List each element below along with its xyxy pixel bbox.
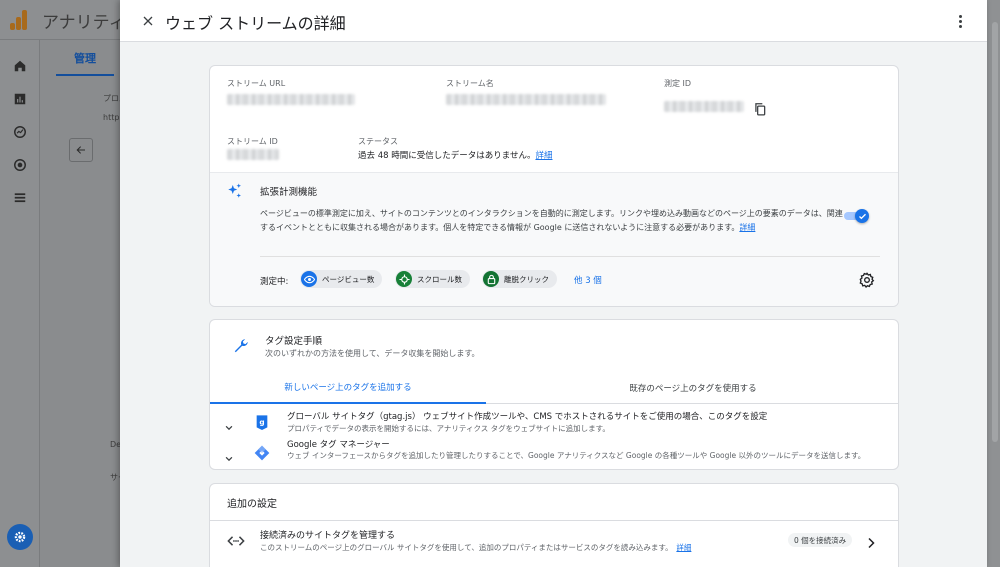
tagging-instructions-card: タグ設定手順 次のいずれかの方法を使用して、データ収集を開始します。 新しいペー…: [209, 319, 899, 470]
tab-use-existing-tag[interactable]: 既存のページ上のタグを使用する: [486, 372, 898, 404]
connected-site-tags-title: 接続済みのサイトタグを管理する: [260, 531, 396, 541]
status-details-link[interactable]: 詳細: [535, 151, 552, 161]
tab-add-new-tag[interactable]: 新しいページ上のタグを追加する: [210, 372, 486, 404]
more-vert-icon[interactable]: [950, 11, 970, 31]
stream-details-drawer: ウェブ ストリームの詳細 ストリーム URL ストリーム名 測定 ID ストリー…: [120, 0, 987, 567]
enhanced-measurement-title: 拡張計測機能: [260, 187, 318, 198]
chip-page-views[interactable]: ページビュー数: [300, 270, 383, 288]
enhanced-measurement-details-link[interactable]: 詳細: [739, 223, 755, 232]
advertising-icon: [11, 156, 29, 174]
code-icon: [227, 533, 245, 547]
divider: [260, 256, 880, 257]
background-app-title: アナリティ: [42, 13, 126, 33]
status-text: 過去 48 時間に受信したデータはありません。詳細: [358, 151, 553, 161]
enhanced-measurement-description: ページビューの標準測定に加え、サイトのコンテンツとのインタラクションを自動的に測…: [260, 209, 843, 232]
eye-icon: [301, 271, 317, 287]
stream-url-value-redacted: [227, 94, 355, 105]
enhanced-measurement-section: 拡張計測機能 ページビューの標準測定に加え、サイトのコンテンツとのインタラクショ…: [210, 172, 898, 306]
stream-name-value-redacted: [446, 94, 606, 105]
wrench-icon: [232, 337, 250, 355]
check-icon: [855, 209, 869, 223]
chip-scrolls[interactable]: スクロール数: [395, 270, 470, 288]
stream-url-label: ストリーム URL: [227, 79, 286, 88]
additional-settings-card: 追加の設定 接続済みのサイトタグを管理する このストリームのページ上のグローバル…: [209, 483, 899, 567]
close-button[interactable]: [138, 11, 158, 31]
measurement-id-value-redacted: [664, 101, 744, 112]
stream-details-card: ストリーム URL ストリーム名 測定 ID ストリーム ID ステータス 過去…: [209, 65, 899, 307]
gtm-row[interactable]: Google タグ マネージャー ウェブ インターフェースからタグを追加したり管…: [210, 436, 898, 469]
chip-label: 離脱クリック: [504, 274, 549, 284]
tag-manager-icon: [254, 445, 270, 461]
connected-site-tags-row[interactable]: 接続済みのサイトタグを管理する このストリームのページ上のグローバル サイトタグ…: [210, 521, 898, 561]
configure-icon: [11, 189, 29, 207]
background-nav-rail: [0, 40, 40, 567]
connected-site-tags-description: このストリームのページ上のグローバル サイトタグを使用して、追加のプロパティまた…: [260, 543, 692, 552]
gtag-description: プロパティでデータの表示を開始するには、アナリティクス タグをウェブサイトに追加…: [287, 424, 610, 433]
chevron-down-icon: [224, 418, 234, 431]
back-arrow-icon: [69, 138, 93, 162]
explore-icon: [11, 123, 29, 141]
gear-icon[interactable]: [859, 272, 875, 288]
background-admin-tab: 管理: [56, 50, 114, 76]
sparkle-icon: [226, 182, 244, 200]
connected-count-badge: 0 個を接続済み: [788, 533, 853, 547]
status-label: ステータス: [358, 137, 398, 146]
stream-id-value-redacted: [227, 149, 279, 160]
more-events-link[interactable]: 他 3 個: [574, 274, 602, 286]
reports-icon: [11, 90, 29, 108]
chip-outbound-clicks[interactable]: 離脱クリック: [482, 270, 557, 288]
drawer-header: ウェブ ストリームの詳細: [120, 0, 987, 42]
chevron-right-icon: [866, 534, 876, 549]
copy-icon[interactable]: [753, 101, 767, 116]
gtag-row[interactable]: g グローバル サイトタグ（gtag.js） ウェブサイト作成ツールや、CMS …: [210, 407, 898, 437]
lock-icon: [483, 271, 499, 287]
analytics-logo-icon: [8, 10, 30, 30]
tagging-title: タグ設定手順: [265, 336, 323, 347]
gtm-title: Google タグ マネージャー: [287, 440, 390, 450]
close-icon: [143, 16, 153, 26]
stream-name-label: ストリーム名: [446, 79, 494, 88]
gtag-title: グローバル サイトタグ（gtag.js） ウェブサイト作成ツールや、CMS でホ…: [287, 412, 768, 422]
background-scrollbar: [992, 22, 998, 442]
tagging-subtitle: 次のいずれかの方法を使用して、データ収集を開始します。: [265, 349, 480, 358]
drawer-title: ウェブ ストリームの詳細: [165, 14, 346, 33]
crosshair-icon: [396, 271, 412, 287]
additional-settings-title: 追加の設定: [227, 499, 277, 510]
chip-label: スクロール数: [417, 274, 462, 284]
svg-text:g: g: [259, 418, 264, 427]
connected-site-tags-details-link[interactable]: 詳細: [676, 543, 691, 552]
chip-label: ページビュー数: [322, 274, 375, 284]
stream-id-label: ストリーム ID: [227, 137, 278, 146]
settings-gear-icon: [7, 524, 33, 550]
gtag-icon: g: [254, 413, 270, 430]
measuring-label: 測定中:: [260, 277, 289, 287]
gtm-description: ウェブ インターフェースからタグを追加したり管理したりすることで、Google …: [287, 451, 866, 460]
home-icon: [11, 57, 29, 75]
tagging-tabs: 新しいページ上のタグを追加する 既存のページ上のタグを使用する: [210, 372, 898, 404]
enhanced-measurement-toggle[interactable]: [844, 209, 870, 223]
chevron-down-icon: [224, 449, 234, 462]
measurement-id-label: 測定 ID: [664, 79, 692, 88]
